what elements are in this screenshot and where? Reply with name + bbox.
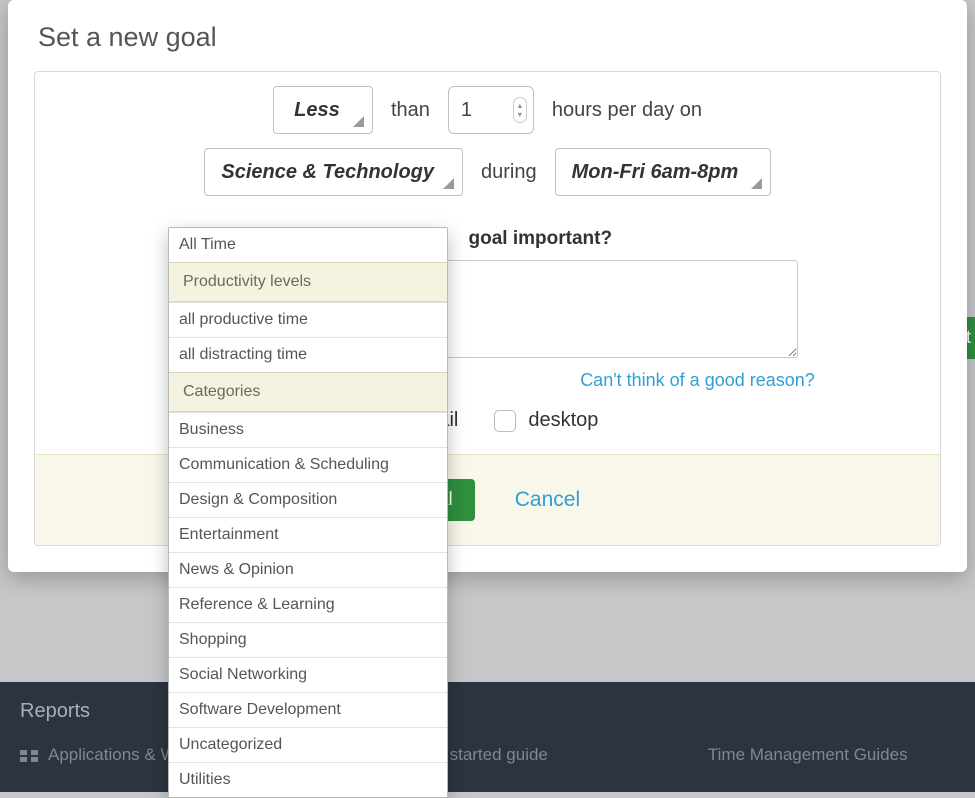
dropdown-item[interactable]: Uncategorized	[169, 727, 447, 762]
than-text: than	[391, 99, 430, 122]
footer-link-time-mgmt[interactable]: Time Management Guides	[708, 745, 908, 765]
category-select-label: Science & Technology	[221, 161, 434, 184]
dropdown-section-header: Categories	[169, 372, 447, 412]
dropdown-item[interactable]: Business	[169, 412, 447, 447]
dropdown-item[interactable]: Reference & Learning	[169, 587, 447, 622]
grid-icon	[20, 750, 38, 762]
dropdown-item[interactable]: Software Development	[169, 692, 447, 727]
background-footer-links: Applications & Websites Getting started …	[20, 745, 955, 765]
chevron-down-icon	[353, 116, 364, 127]
dropdown-section-header: Productivity levels	[169, 262, 447, 302]
hours-input[interactable]: 1 ▴▾	[448, 86, 534, 134]
dropdown-item[interactable]: Design & Composition	[169, 482, 447, 517]
dropdown-item[interactable]: Entertainment	[169, 517, 447, 552]
dropdown-item[interactable]: Shopping	[169, 622, 447, 657]
dropdown-item[interactable]: All Time	[169, 228, 447, 262]
amount-direction-label: Less	[294, 99, 340, 122]
cancel-button[interactable]: Cancel	[515, 488, 580, 512]
chevron-down-icon	[751, 178, 762, 189]
schedule-select-label: Mon-Fri 6am-8pm	[572, 161, 739, 184]
dropdown-item[interactable]: Social Networking	[169, 657, 447, 692]
desktop-label: desktop	[528, 409, 598, 432]
dropdown-item[interactable]: Communication & Scheduling	[169, 447, 447, 482]
set-goal-modal: Set a new goal Less than 1 ▴▾ hours per …	[8, 0, 967, 572]
schedule-select[interactable]: Mon-Fri 6am-8pm	[555, 148, 771, 196]
hours-value: 1	[461, 99, 472, 122]
desktop-checkbox[interactable]	[494, 410, 516, 432]
chevron-down-icon	[443, 178, 454, 189]
amount-direction-select[interactable]: Less	[273, 86, 373, 134]
background-footer: Reports Applications & Websites Getting …	[0, 682, 975, 792]
category-select[interactable]: Science & Technology	[204, 148, 463, 196]
dropdown-item[interactable]: News & Opinion	[169, 552, 447, 587]
modal-title: Set a new goal	[8, 22, 967, 71]
category-dropdown[interactable]: All TimeProductivity levelsall productiv…	[168, 227, 448, 798]
unit-text: hours per day on	[552, 99, 702, 122]
reports-heading: Reports	[20, 700, 955, 723]
during-text: during	[481, 161, 537, 184]
goal-amount-row: Less than 1 ▴▾ hours per day on	[35, 72, 940, 148]
dropdown-item[interactable]: all distracting time	[169, 337, 447, 372]
goal-target-row: Science & Technology during Mon-Fri 6am-…	[35, 148, 940, 210]
cant-think-reason-link[interactable]: Can't think of a good reason?	[580, 370, 815, 391]
dropdown-item[interactable]: all productive time	[169, 302, 447, 337]
number-stepper-icon[interactable]: ▴▾	[513, 97, 527, 123]
